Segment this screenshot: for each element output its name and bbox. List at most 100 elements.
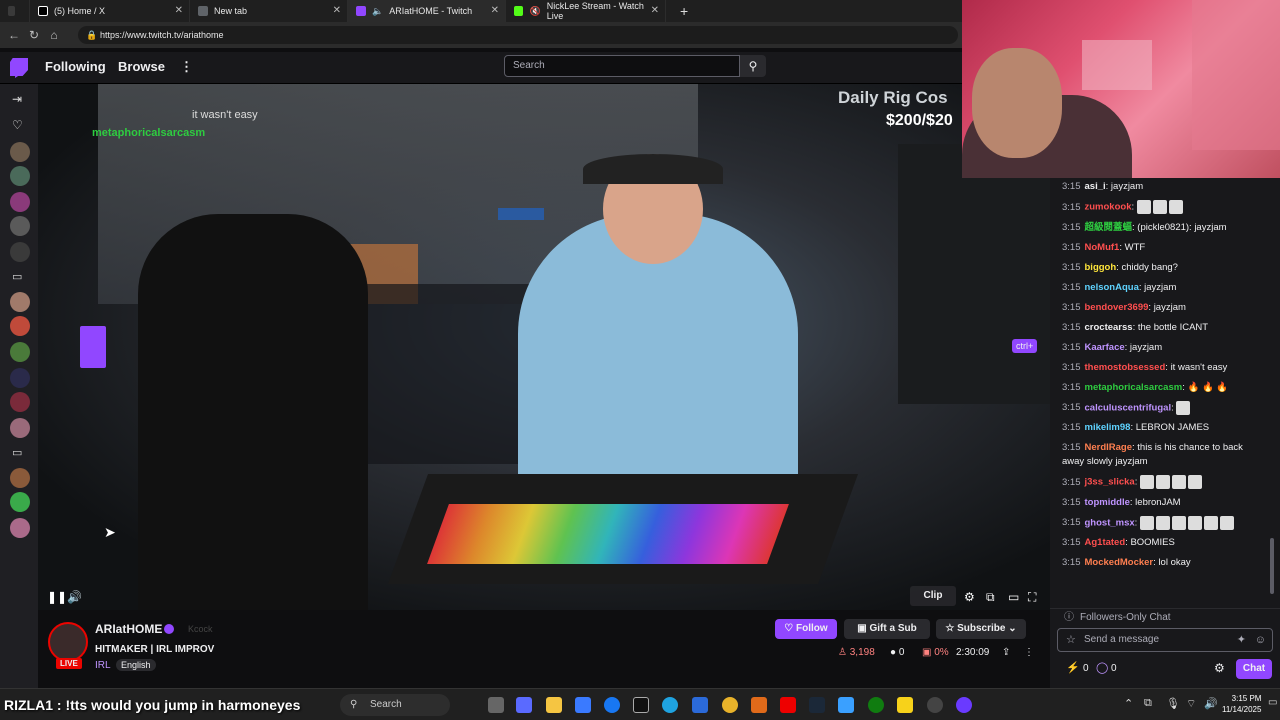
search-input[interactable]: Search xyxy=(504,55,740,77)
chat-send-button[interactable]: Chat xyxy=(1236,659,1272,679)
channel-avatar[interactable] xyxy=(10,316,30,336)
expand-sidebar-icon[interactable]: ⇥ xyxy=(12,92,22,106)
gift-sub-button[interactable]: ▣ Gift a Sub xyxy=(844,619,930,639)
channel-avatar[interactable] xyxy=(10,342,30,362)
edge-icon[interactable] xyxy=(662,697,678,713)
close-icon[interactable]: ✕ xyxy=(175,5,183,16)
nav-browse[interactable]: Browse xyxy=(118,59,165,74)
system-clock[interactable]: 3:15 PM 11/14/2025 xyxy=(1222,693,1261,715)
vlc-icon[interactable] xyxy=(751,697,767,713)
chat-username[interactable]: bendover3699 xyxy=(1085,302,1149,313)
chrome-icon[interactable] xyxy=(722,697,738,713)
emote-icon[interactable] xyxy=(1155,475,1170,490)
channel-avatar[interactable] xyxy=(10,142,30,162)
chat-username[interactable]: zumokook xyxy=(1085,202,1132,213)
chat-username[interactable]: j3ss_slicka xyxy=(1085,477,1135,488)
extension-button[interactable] xyxy=(80,326,106,368)
file-explorer-icon[interactable] xyxy=(546,697,562,713)
nav-following[interactable]: Following xyxy=(45,59,106,74)
notification-icon[interactable]: ▭ xyxy=(1268,697,1277,708)
app-icon[interactable] xyxy=(838,697,854,713)
new-tab-button[interactable]: + xyxy=(666,3,688,19)
volume-icon[interactable]: 🔊 xyxy=(67,590,82,604)
channel-avatar[interactable] xyxy=(10,292,30,312)
camera-icon[interactable]: ▭ xyxy=(12,446,22,459)
chat-username[interactable]: croctearss xyxy=(1085,322,1133,333)
miniplayer-icon[interactable]: ⧉ xyxy=(986,590,995,605)
taskbar-search[interactable]: ⚲ Search xyxy=(340,694,450,716)
chat-username[interactable]: mikelim98 xyxy=(1085,422,1131,433)
chat-log[interactable]: 3:15 asi_i: jayzjam 3:15 zumokook: 3:15 超級閱蓋… xyxy=(1050,178,1272,602)
emote-icon[interactable]: ☺ xyxy=(1255,629,1266,651)
copilot-icon[interactable] xyxy=(516,697,532,713)
channel-avatar[interactable] xyxy=(10,468,30,488)
back-icon[interactable]: ← xyxy=(4,28,24,42)
magic-icon[interactable]: ✦ xyxy=(1237,629,1246,651)
network-icon[interactable]: ⧉ xyxy=(1144,697,1152,710)
chat-username[interactable]: themostobsessed xyxy=(1085,362,1166,373)
follow-button[interactable]: ♡ Follow xyxy=(775,619,837,639)
emote-icon[interactable] xyxy=(1203,515,1218,530)
twitch-logo-icon[interactable] xyxy=(10,58,28,78)
emote-icon[interactable] xyxy=(1168,200,1183,214)
channel-avatar[interactable] xyxy=(10,518,30,538)
emote-icon[interactable] xyxy=(1171,475,1186,490)
heart-icon[interactable]: ♡ xyxy=(12,118,23,132)
chat-username[interactable]: nelsonAqua xyxy=(1085,282,1139,293)
chat-settings-icon[interactable]: ⚙ xyxy=(1214,661,1225,675)
obs-icon[interactable] xyxy=(956,697,972,713)
video-player[interactable]: it wasn't easy metaphoricalsarcasm Daily… xyxy=(38,84,1050,610)
channel-avatar[interactable] xyxy=(48,622,88,662)
close-icon[interactable]: ✕ xyxy=(491,5,499,16)
chat-username[interactable]: Ag1tated xyxy=(1085,537,1126,548)
reload-icon[interactable]: ↻ xyxy=(24,28,44,42)
close-icon[interactable]: ✕ xyxy=(333,5,341,16)
home-icon[interactable]: ⌂ xyxy=(44,28,64,42)
emote-icon[interactable] xyxy=(1155,515,1170,530)
browser-tab-kick[interactable]: 🔇 NickLee Stream - Watch Live ✕ xyxy=(506,0,666,22)
channel-avatar[interactable] xyxy=(10,216,30,236)
chat-username[interactable]: ghost_msx xyxy=(1085,517,1135,528)
theatre-mode-icon[interactable]: ▭ xyxy=(1008,590,1019,604)
search-button[interactable]: ⚲ xyxy=(740,55,766,77)
channel-points-icon[interactable]: ◯ xyxy=(1096,661,1108,674)
browser-tab-x[interactable]: (5) Home / X ✕ xyxy=(30,0,190,22)
emote-icon[interactable] xyxy=(1152,200,1167,214)
task-view-icon[interactable] xyxy=(488,697,504,713)
share-icon[interactable]: ⇪ xyxy=(1002,647,1010,658)
chat-scrollbar[interactable] xyxy=(1270,538,1274,594)
speaker-icon[interactable]: 🔈 xyxy=(372,6,383,17)
channel-avatar[interactable] xyxy=(10,192,30,212)
clip-button[interactable]: Clip xyxy=(910,586,956,606)
camera-icon[interactable]: ▭ xyxy=(12,270,22,283)
emote-icon[interactable] xyxy=(1171,515,1186,530)
browser-tab-new[interactable]: New tab ✕ xyxy=(190,0,348,22)
chat-username[interactable]: MockedMocker xyxy=(1085,557,1154,568)
chat-username[interactable]: topmiddle xyxy=(1085,497,1130,508)
channel-name[interactable]: ARIatHOME xyxy=(95,622,162,636)
bits-icon[interactable]: ☆ xyxy=(1066,629,1076,651)
chat-username[interactable]: Kaarface xyxy=(1085,342,1125,353)
emote-icon[interactable] xyxy=(1219,515,1234,530)
notes-icon[interactable] xyxy=(897,697,913,713)
wifi-icon[interactable]: ⌔ xyxy=(1186,697,1196,711)
category-link[interactable]: IRL xyxy=(95,660,111,671)
emote-icon[interactable] xyxy=(1139,515,1154,530)
more-options-icon[interactable]: ⋮ xyxy=(1024,647,1034,658)
points-icon[interactable]: ⚡ xyxy=(1066,661,1080,674)
youtube-icon[interactable] xyxy=(780,697,796,713)
settings-icon[interactable]: ⚙ xyxy=(964,590,975,604)
emote-icon[interactable] xyxy=(1187,475,1202,490)
chat-input[interactable]: ☆ Send a message ✦ ☺ xyxy=(1057,628,1273,652)
close-icon[interactable]: ✕ xyxy=(651,5,659,16)
emote-icon[interactable] xyxy=(1187,515,1202,530)
emote-icon[interactable] xyxy=(1176,400,1191,415)
channel-avatar[interactable] xyxy=(10,492,30,512)
channel-avatar[interactable] xyxy=(10,392,30,412)
chat-username[interactable]: asi_i xyxy=(1085,181,1106,192)
calculator-icon[interactable] xyxy=(692,697,708,713)
chat-username[interactable]: metaphoricalsarcasm xyxy=(1085,382,1183,393)
app-icon[interactable] xyxy=(927,697,943,713)
emote-icon[interactable] xyxy=(1139,475,1154,490)
ctrl-badge[interactable]: ctrl+ xyxy=(1012,339,1038,353)
